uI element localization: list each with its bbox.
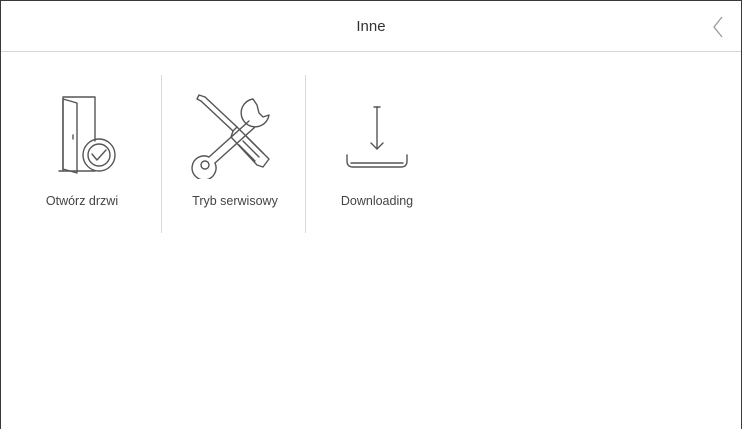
tile-open-door[interactable]: Otwórz drzwi bbox=[21, 75, 143, 233]
tile-open-door-icon-wrap bbox=[21, 91, 143, 179]
tile-service-mode-label: Tryb serwisowy bbox=[192, 194, 278, 208]
tile-downloading[interactable]: Downloading bbox=[309, 75, 445, 233]
tile-open-door-label: Otwórz drzwi bbox=[45, 194, 119, 208]
page-title: Inne bbox=[356, 18, 386, 35]
tile-divider bbox=[305, 75, 306, 233]
header-bar: Inne bbox=[1, 1, 741, 52]
tile-service-mode-icon-wrap bbox=[166, 91, 304, 179]
back-button[interactable] bbox=[709, 15, 729, 39]
tile-downloading-label: Downloading bbox=[340, 194, 414, 208]
tile-downloading-icon-wrap bbox=[309, 91, 445, 179]
service-tools-icon bbox=[191, 94, 270, 179]
screen: Inne Otwórz drzwi Tryb serwisowy Downloa… bbox=[0, 0, 742, 429]
door-check-icon bbox=[58, 96, 116, 174]
tile-service-mode[interactable]: Tryb serwisowy bbox=[166, 75, 304, 233]
download-tray-icon bbox=[346, 106, 408, 168]
tile-divider bbox=[161, 75, 162, 233]
chevron-left-icon bbox=[713, 16, 723, 38]
